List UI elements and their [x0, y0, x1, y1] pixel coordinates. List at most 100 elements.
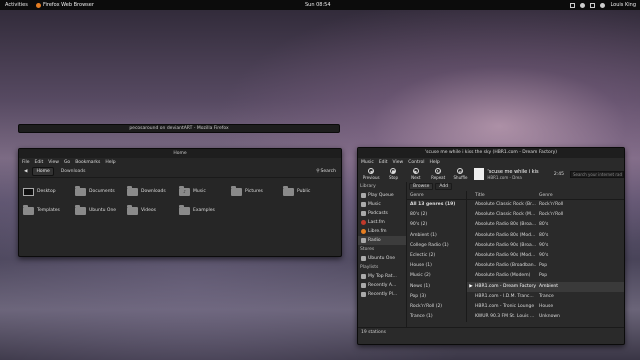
- back-button[interactable]: ◀: [22, 168, 29, 175]
- genre-item[interactable]: News (1): [407, 282, 466, 292]
- genre-column-header[interactable]: Genre: [537, 191, 577, 199]
- battery-icon[interactable]: [600, 2, 606, 8]
- folder-downloads[interactable]: Downloads: [127, 182, 179, 201]
- source-label: Last.fm: [368, 220, 385, 225]
- playing-icon: ▶: [469, 283, 473, 289]
- source-music[interactable]: Music: [358, 200, 406, 209]
- volume-icon[interactable]: [580, 2, 586, 8]
- firefox-window[interactable]: pecosaround on deviantART - Mozilla Fire…: [18, 124, 340, 133]
- firefox-icon: [36, 2, 41, 8]
- accessibility-icon[interactable]: [570, 2, 576, 8]
- table-row[interactable]: KWUR 90.3 FM St. Louis ... Unknown: [467, 312, 624, 322]
- stores-header: Stores: [360, 247, 375, 252]
- folder-documents[interactable]: Documents: [75, 182, 127, 201]
- browse-tab[interactable]: Browse: [409, 183, 434, 190]
- genre-item[interactable]: All 13 genres (19): [407, 200, 466, 210]
- app-menu-label: Firefox Web Browser: [43, 2, 94, 8]
- library-header: Library: [360, 184, 376, 189]
- next-button[interactable]: ▶ Next: [405, 168, 427, 180]
- folder-ubuntu-one[interactable]: Ubuntu One: [75, 201, 127, 220]
- control-label: Stop: [388, 175, 399, 180]
- playlist-top-rated[interactable]: My Top Rat...: [358, 272, 406, 281]
- menu-help[interactable]: Help: [430, 160, 440, 165]
- stop-button[interactable]: ■ Stop: [382, 168, 404, 180]
- music-player-menubar: Music Edit View Control Help: [358, 158, 624, 166]
- folder-public[interactable]: Public: [283, 182, 335, 201]
- radio-search-input[interactable]: Search your internet rad: [569, 170, 624, 178]
- table-row[interactable]: Absolute Radio 80s (Broa... 80's: [467, 220, 624, 230]
- table-row[interactable]: Absolute Radio 80s (Mod... 80's: [467, 231, 624, 241]
- menu-go[interactable]: Go: [64, 160, 70, 165]
- source-librefm[interactable]: Libre.fm: [358, 227, 406, 236]
- genre-item[interactable]: Ambient (1): [407, 231, 466, 241]
- crumb-downloads[interactable]: Downloads: [57, 167, 90, 176]
- folder-icon: [127, 185, 138, 196]
- menu-control[interactable]: Control: [408, 160, 424, 165]
- genre-item[interactable]: House (1): [407, 261, 466, 271]
- genre-item[interactable]: 80's (2): [407, 210, 466, 220]
- folder-examples[interactable]: Examples: [179, 201, 231, 220]
- menu-edit[interactable]: Edit: [35, 160, 44, 165]
- menu-help[interactable]: Help: [105, 160, 115, 165]
- browser-panes: Genre All 13 genres (19) 80's (2) 90's (…: [407, 191, 624, 323]
- station-title: Absolute Radio 90s (Mod...: [475, 252, 536, 258]
- genre-item[interactable]: 90's (2): [407, 220, 466, 230]
- genre-column-header[interactable]: Genre: [407, 191, 466, 200]
- menu-bookmarks[interactable]: Bookmarks: [75, 160, 100, 165]
- folder-pictures[interactable]: Pictures: [231, 182, 283, 201]
- podcast-icon: [361, 211, 366, 216]
- network-icon[interactable]: [590, 2, 596, 8]
- folder-label: Videos: [141, 208, 156, 213]
- browse-tabs: Browse Add: [407, 182, 624, 191]
- source-lastfm[interactable]: Last.fm: [358, 218, 406, 227]
- activities-button[interactable]: Activities: [5, 2, 28, 8]
- queue-icon: [361, 193, 366, 198]
- table-row[interactable]: Absolute Classic Rock (M... Rock'n'Roll: [467, 210, 624, 220]
- table-row-playing[interactable]: ▶ HBR1.com - Dream Factory Ambient: [467, 281, 624, 292]
- station-title: Absolute Radio (Modem): [475, 273, 531, 279]
- crumb-home[interactable]: Home: [32, 167, 54, 176]
- app-menu[interactable]: Firefox Web Browser: [36, 2, 94, 8]
- genre-item[interactable]: College Radio (1): [407, 241, 466, 251]
- table-row[interactable]: Absolute Radio (Modem) Pop: [467, 271, 624, 281]
- title-column-header[interactable]: Title: [475, 191, 537, 199]
- shuffle-button[interactable]: ⇄ Shuffle: [449, 168, 471, 180]
- table-row[interactable]: Absolute Radio (Broadban... Pop: [467, 261, 624, 271]
- menu-view[interactable]: View: [48, 160, 59, 165]
- table-row[interactable]: Absolute Radio 90s (Broa... 90's: [467, 241, 624, 251]
- genre-item[interactable]: Music (2): [407, 271, 466, 281]
- playlist-recently-played[interactable]: Recently Pl...: [358, 290, 406, 299]
- source-play-queue[interactable]: Play Queue: [358, 191, 406, 200]
- menu-edit[interactable]: Edit: [379, 160, 388, 165]
- menu-view[interactable]: View: [393, 160, 404, 165]
- genre-item[interactable]: Eclectic (2): [407, 251, 466, 261]
- station-title: HBR1.com - Tronic Lounge: [475, 303, 535, 309]
- shuffle-icon: ⇄: [457, 168, 464, 174]
- folder-videos[interactable]: Videos: [127, 201, 179, 220]
- genre-item[interactable]: Pop (3): [407, 292, 466, 302]
- folder-templates[interactable]: Templates: [23, 201, 75, 220]
- folder-desktop[interactable]: Desktop: [23, 182, 75, 201]
- user-menu[interactable]: Louis King: [610, 2, 636, 8]
- folder-grid: Desktop Documents Downloads ♪ Music Pictu…: [19, 178, 341, 220]
- source-ubuntu-one[interactable]: Ubuntu One: [358, 254, 406, 263]
- source-podcasts[interactable]: Podcasts: [358, 209, 406, 218]
- playlist-recently-added[interactable]: Recently A...: [358, 281, 406, 290]
- table-row[interactable]: HBR1.com - I.D.M. Tranc... Trance: [467, 292, 624, 302]
- genre-item[interactable]: Trance (1): [407, 312, 466, 322]
- genre-item[interactable]: Rock'n'Roll (2): [407, 302, 466, 312]
- add-button[interactable]: Add: [435, 183, 453, 190]
- clock[interactable]: Sun 08:54: [305, 2, 331, 8]
- repeat-button[interactable]: ↻ Repeat: [427, 168, 449, 180]
- source-radio[interactable]: Radio: [358, 236, 406, 245]
- table-row[interactable]: HBR1.com - Tronic Lounge House: [467, 302, 624, 312]
- menu-music[interactable]: Music: [361, 160, 374, 165]
- menu-file[interactable]: File: [22, 160, 30, 165]
- folder-music[interactable]: ♪ Music: [179, 182, 231, 201]
- search-button[interactable]: ⚲ Search: [314, 168, 338, 175]
- player-body: Library Play Queue Music Podcasts Last.f…: [358, 182, 624, 327]
- table-row[interactable]: Absolute Classic Rock (Br... Rock'n'Roll: [467, 200, 624, 210]
- previous-button[interactable]: ◀ Previous: [360, 168, 382, 180]
- station-genre: Trance: [539, 293, 554, 299]
- table-row[interactable]: Absolute Radio 90s (Mod... 90's: [467, 251, 624, 261]
